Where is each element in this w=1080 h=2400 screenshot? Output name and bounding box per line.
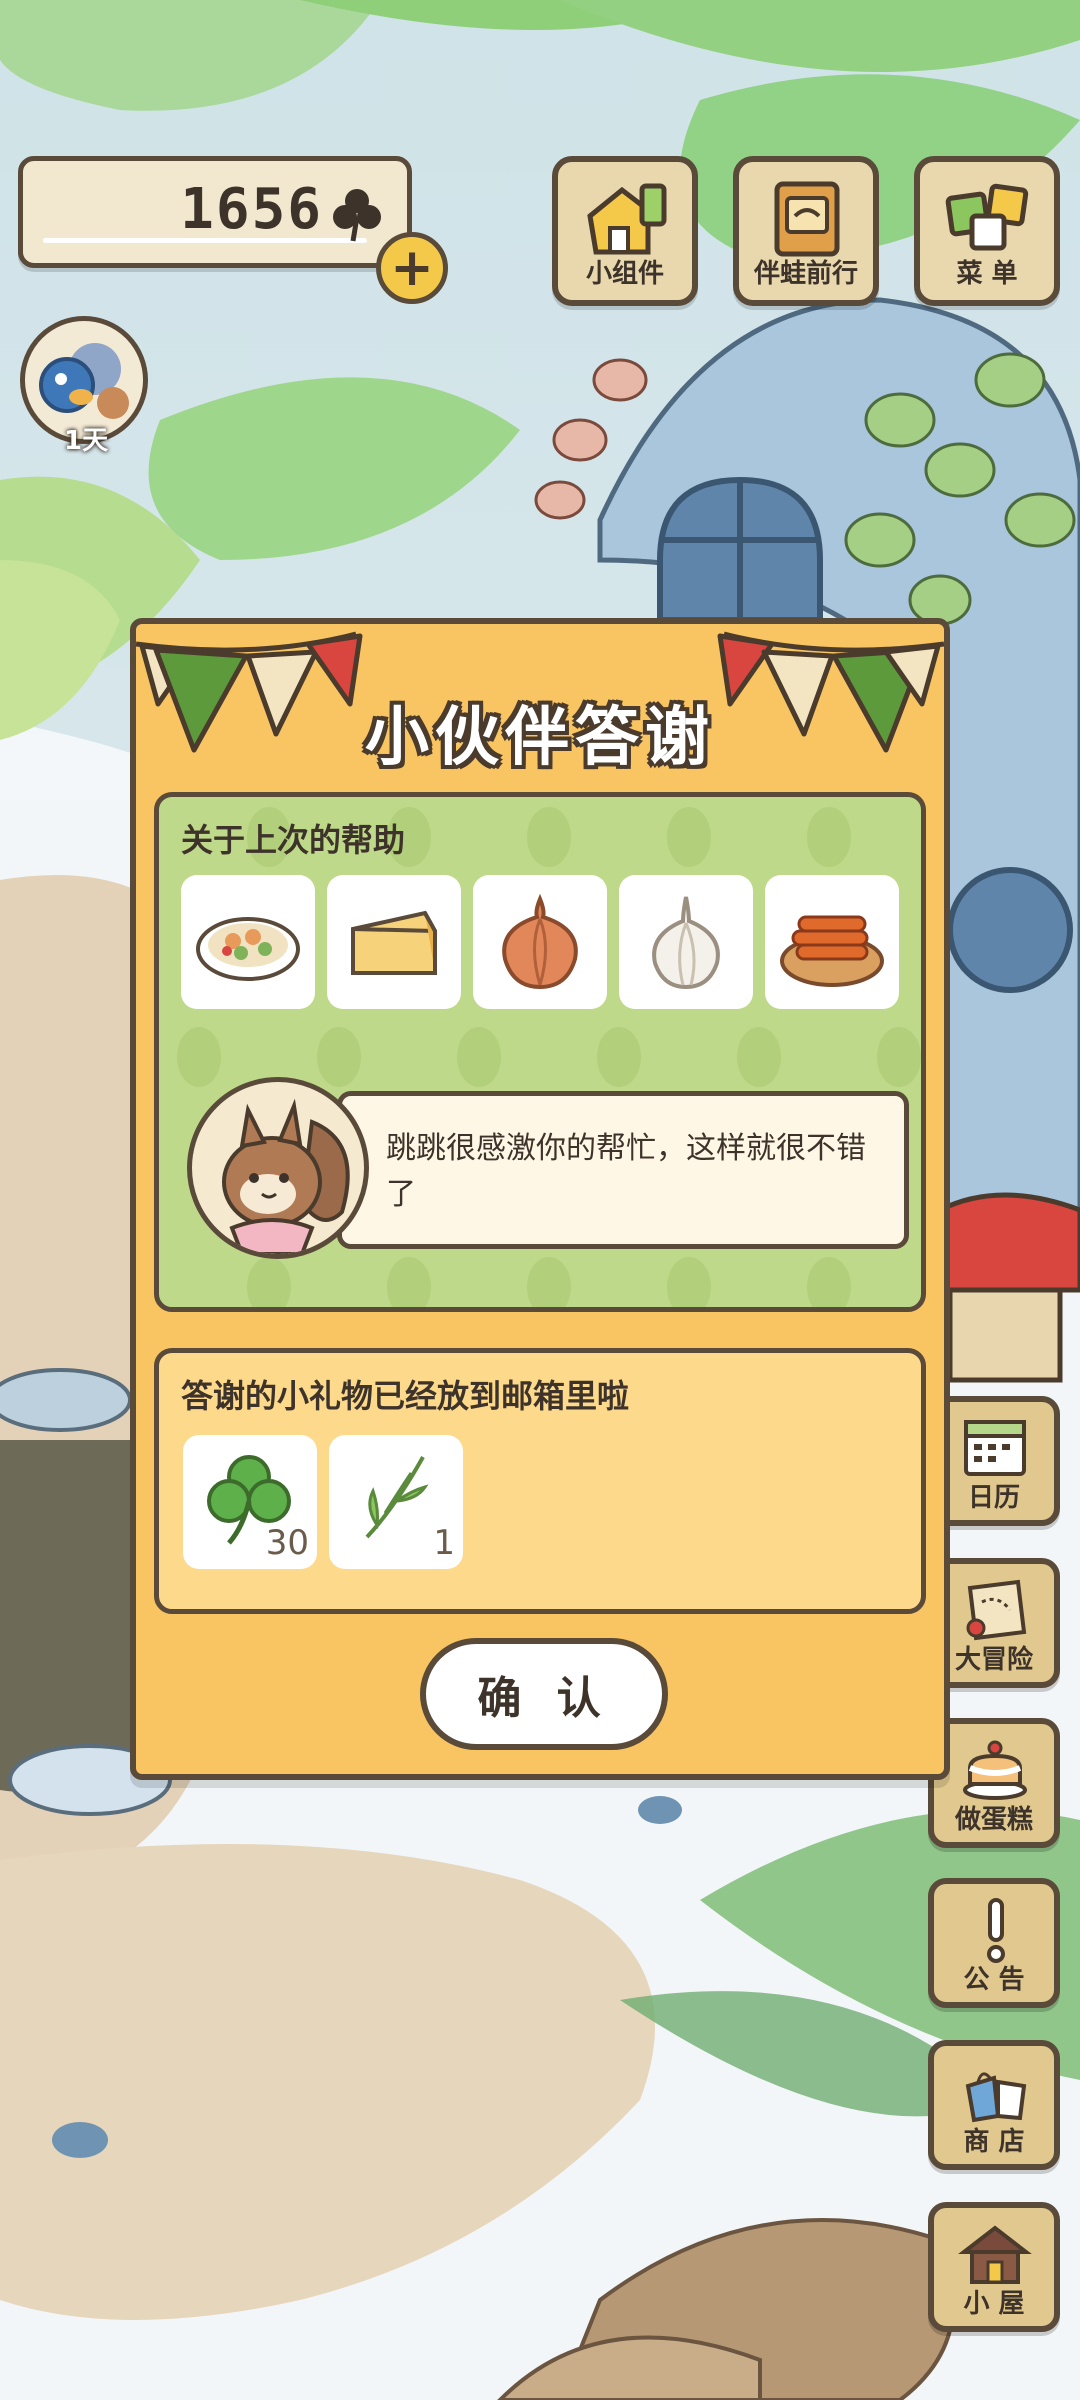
- journey-button[interactable]: 伴蛙前行: [733, 156, 879, 306]
- journey-book-icon: [774, 181, 840, 257]
- speech-bubble: 跳跳很感激你的帮忙，这样就很不错了: [337, 1091, 909, 1249]
- widget-icon: [587, 183, 667, 255]
- add-icon: +: [390, 238, 434, 298]
- grass-sprig-icon: [365, 1456, 429, 1539]
- menu-label: 菜 单: [956, 259, 1018, 289]
- gift-items-list: 30 1: [183, 1435, 463, 1569]
- gift-item-clover[interactable]: 30: [183, 1435, 317, 1569]
- thank-you-dialog: 小伙伴答谢 关于上次的帮助 跳跳很感激你的帮忙，这样就很不错了 答谢的小礼物已经…: [130, 618, 950, 1780]
- cheese-icon: [351, 910, 437, 975]
- adventure-label: 大冒险: [954, 1645, 1033, 1675]
- cake-icon: [963, 1740, 1027, 1800]
- notice-button[interactable]: 公 告: [928, 1878, 1060, 2008]
- menu-cards-icon: [945, 183, 1029, 251]
- shop-button[interactable]: 商 店: [928, 2040, 1060, 2170]
- help-panel: 关于上次的帮助 跳跳很感激你的帮忙，这样就很不错了: [154, 792, 926, 1312]
- house-button[interactable]: 小 屋: [928, 2202, 1060, 2332]
- help-item[interactable]: [327, 875, 461, 1009]
- friend-speech: 跳跳很感激你的帮忙，这样就很不错了: [187, 1077, 909, 1259]
- add-clover-button[interactable]: +: [376, 232, 448, 304]
- help-item[interactable]: [473, 875, 607, 1009]
- confirm-button[interactable]: 确 认: [420, 1638, 668, 1750]
- house-icon: [958, 2225, 1032, 2284]
- travel-days-label: 1天: [64, 426, 109, 456]
- gift-heading: 答谢的小礼物已经放到邮箱里啦: [181, 1377, 630, 1415]
- clover-icon: [333, 189, 381, 242]
- dialog-title: 小伙伴答谢: [365, 701, 715, 775]
- onion-icon: [502, 893, 578, 990]
- squirrel-portrait: [187, 1077, 369, 1259]
- journey-label: 伴蛙前行: [753, 259, 858, 289]
- help-item[interactable]: [765, 875, 899, 1009]
- gift-quantity: 30: [265, 1523, 309, 1563]
- fried-dough-icon: [780, 915, 884, 987]
- speech-text: 跳跳很感激你的帮忙，这样就很不错了: [386, 1131, 866, 1212]
- salad-plate-icon: [196, 917, 300, 981]
- help-heading: 关于上次的帮助: [181, 821, 406, 859]
- gift-quantity: 1: [433, 1523, 455, 1563]
- shop-label: 商 店: [963, 2127, 1025, 2157]
- garlic-icon: [652, 896, 720, 990]
- menu-button[interactable]: 菜 单: [914, 156, 1060, 306]
- shop-icon: [965, 2072, 1027, 2123]
- clover-count: 1656: [180, 177, 323, 242]
- widget-label: 小组件: [585, 259, 664, 289]
- help-item[interactable]: [619, 875, 753, 1009]
- notice-icon: [987, 1898, 1005, 1963]
- gift-panel: 答谢的小礼物已经放到邮箱里啦 30 1: [154, 1348, 926, 1614]
- calendar-icon: [964, 1420, 1026, 1476]
- adventure-map-icon: [966, 1579, 1027, 1641]
- clover-counter: 1656: [18, 156, 412, 268]
- cake-label: 做蛋糕: [954, 1805, 1033, 1835]
- squirrel-icon: [222, 1098, 350, 1254]
- notice-label: 公 告: [963, 1965, 1025, 1995]
- house-label: 小 屋: [963, 2289, 1025, 2319]
- calendar-label: 日历: [967, 1483, 1020, 1513]
- help-item[interactable]: [181, 875, 315, 1009]
- help-items-list: [181, 875, 899, 1009]
- gift-item-grass[interactable]: 1: [329, 1435, 463, 1569]
- widget-button[interactable]: 小组件: [552, 156, 698, 306]
